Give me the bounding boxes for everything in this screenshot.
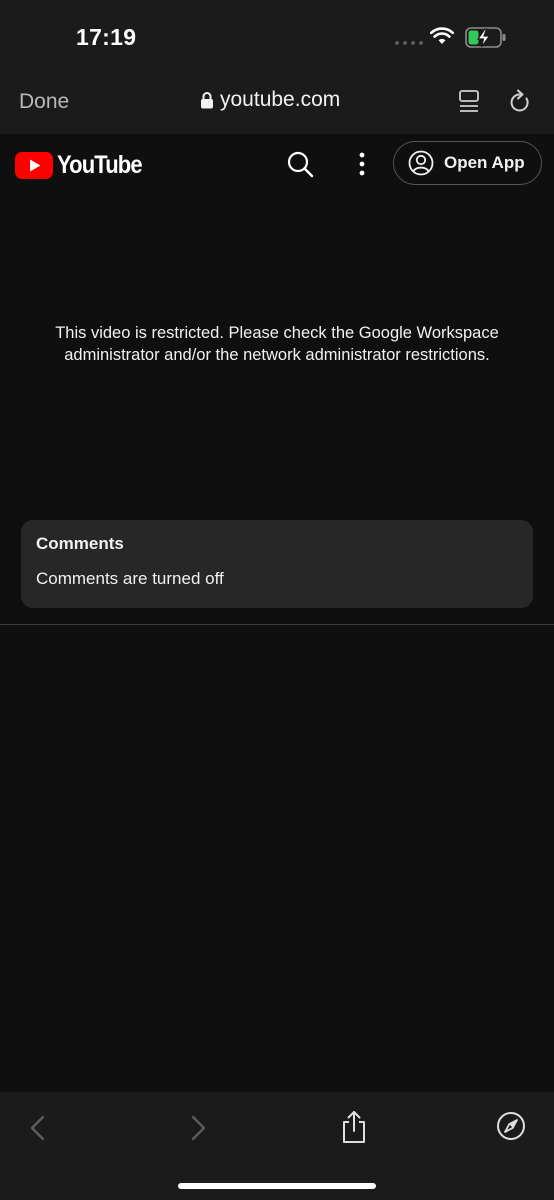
battery-charging-icon — [465, 27, 506, 48]
done-button[interactable]: Done — [19, 90, 69, 114]
youtube-wordmark: YouTube — [57, 151, 143, 179]
youtube-header: YouTube Open App — [0, 134, 554, 196]
divider — [0, 624, 554, 625]
forward-icon[interactable] — [188, 1114, 208, 1142]
url-bar[interactable]: youtube.com — [200, 88, 340, 112]
browser-bottom-toolbar — [0, 1092, 554, 1200]
open-app-label: Open App — [444, 153, 525, 172]
lock-icon — [201, 92, 213, 109]
youtube-logo[interactable]: YouTube — [15, 151, 153, 180]
status-bar: 17:19 — [0, 0, 554, 72]
reader-icon[interactable] — [458, 89, 480, 115]
search-icon[interactable] — [286, 150, 314, 178]
open-app-button[interactable]: Open App — [393, 141, 542, 185]
url-text: youtube.com — [220, 88, 341, 111]
reload-icon[interactable] — [508, 89, 532, 115]
wifi-icon — [430, 27, 454, 44]
share-icon[interactable] — [340, 1110, 368, 1144]
more-vert-icon[interactable] — [358, 152, 366, 176]
cellular-dots-icon — [395, 41, 423, 45]
browser-top-bar: Done youtube.com — [0, 72, 554, 134]
comments-card[interactable]: Comments Comments are turned off — [21, 520, 533, 608]
account-icon — [408, 150, 434, 176]
compass-icon[interactable] — [496, 1111, 526, 1141]
comments-status: Comments are turned off — [36, 569, 224, 588]
back-icon[interactable] — [28, 1114, 48, 1142]
home-indicator[interactable] — [178, 1183, 376, 1189]
youtube-play-logo-icon — [15, 152, 53, 179]
comments-title: Comments — [36, 534, 124, 553]
status-time: 17:19 — [76, 24, 137, 50]
restricted-message: This video is restricted. Please check t… — [55, 324, 499, 364]
